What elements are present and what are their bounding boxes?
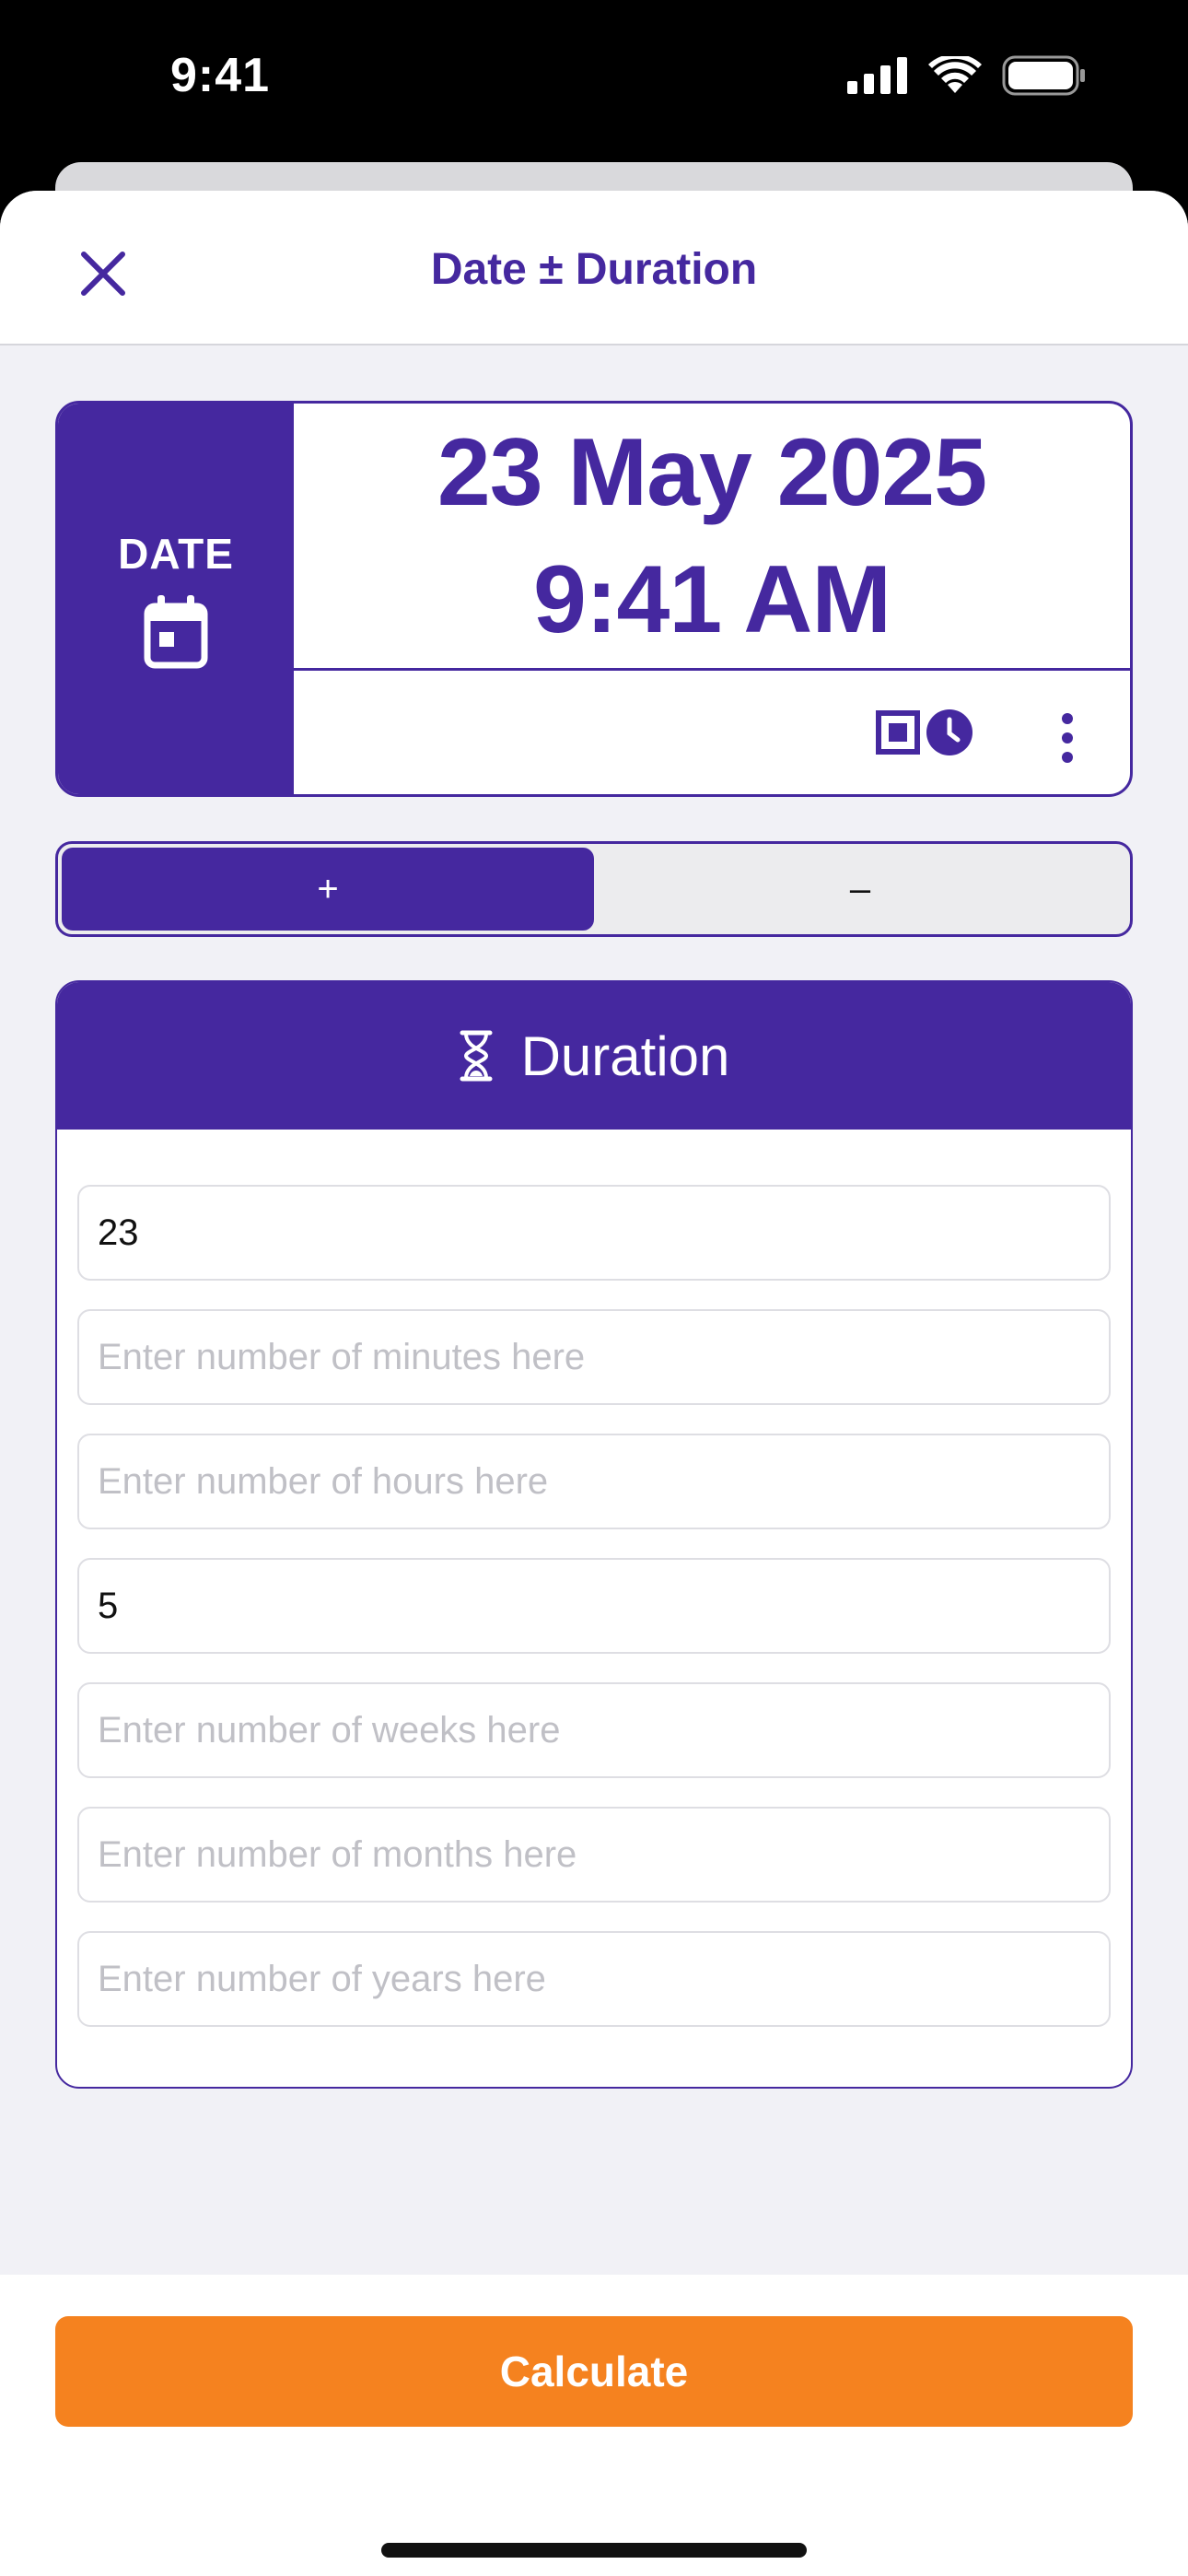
date-side-label: DATE [118, 530, 234, 578]
date-tool-icons [876, 708, 973, 756]
calendar-icon [144, 595, 208, 669]
add-segment[interactable]: + [62, 848, 594, 931]
wifi-icon [928, 56, 982, 93]
duration-fields [57, 1130, 1131, 2027]
bottom-action-area: Calculate [0, 2275, 1188, 2576]
more-options-button[interactable] [1042, 705, 1093, 771]
selected-datetime[interactable]: 23 May 2025 9:41 AM [294, 404, 1130, 671]
clock-icon[interactable] [926, 708, 973, 756]
years-input[interactable] [77, 1931, 1111, 2027]
minutes-input[interactable] [77, 1309, 1111, 1405]
date-card[interactable]: DATE 23 May 2025 9:41 AM [55, 401, 1133, 797]
more-vertical-icon [1062, 713, 1073, 763]
status-bar: 9:41 [0, 0, 1188, 175]
duration-header: Duration [57, 982, 1131, 1130]
cellular-signal-icon [847, 57, 907, 94]
months-input[interactable] [77, 1807, 1111, 1903]
nav-bar: Date ± Duration [0, 191, 1188, 345]
weeks-input[interactable] [77, 1682, 1111, 1778]
hourglass-icon [460, 1030, 493, 1082]
calculate-button[interactable]: Calculate [55, 2316, 1133, 2427]
duration-card: Duration [55, 980, 1133, 2089]
days-input[interactable] [77, 1558, 1111, 1654]
seconds-input[interactable] [77, 1185, 1111, 1281]
duration-title: Duration [520, 1025, 730, 1087]
date-toolbar [294, 673, 1130, 794]
hours-input[interactable] [77, 1434, 1111, 1529]
modal-sheet: Date ± Duration DATE 23 May 2025 9:41 AM [0, 191, 1188, 2576]
battery-icon [1002, 55, 1085, 96]
date-side-panel[interactable]: DATE [58, 404, 294, 794]
stop-square-icon[interactable] [876, 710, 920, 755]
status-time: 9:41 [170, 49, 271, 102]
subtract-segment[interactable]: – [594, 848, 1126, 931]
home-indicator[interactable] [381, 2543, 807, 2558]
selected-time: 9:41 AM [533, 545, 891, 653]
page-title: Date ± Duration [430, 245, 758, 294]
status-icons [847, 55, 1087, 96]
selected-date: 23 May 2025 [437, 418, 987, 526]
operation-segmented-control: + – [55, 841, 1133, 937]
